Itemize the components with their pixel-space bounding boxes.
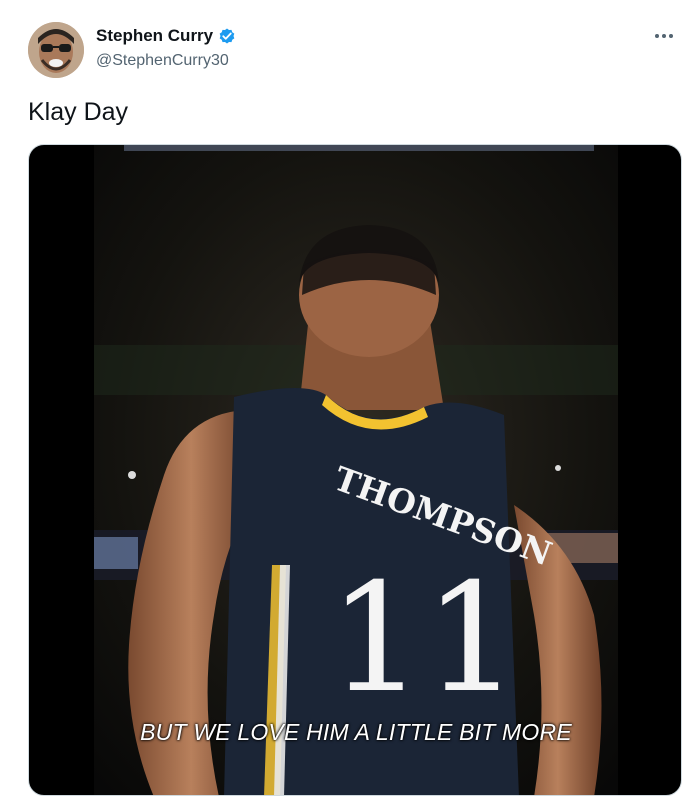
tweet-video[interactable]: THOMPSON 11 BUT WE LOVE HIM A LITTLE BIT… bbox=[28, 144, 682, 796]
verified-badge-icon bbox=[219, 28, 235, 44]
tweet-text: Klay Day bbox=[28, 98, 129, 126]
author-display-name[interactable]: Stephen Curry bbox=[96, 26, 213, 46]
more-options-button[interactable] bbox=[650, 22, 678, 50]
video-caption: BUT WE LOVE HIM A LITTLE BIT MORE bbox=[140, 719, 572, 745]
author-handle[interactable]: @StephenCurry30 bbox=[96, 52, 229, 70]
more-dots-icon bbox=[655, 34, 673, 38]
tweet-card: Stephen Curry @StephenCurry30 Klay Day T… bbox=[0, 0, 700, 802]
author-name-row[interactable]: Stephen Curry bbox=[96, 26, 237, 46]
author-avatar[interactable] bbox=[28, 22, 84, 78]
video-thumbnail: THOMPSON 11 bbox=[94, 145, 618, 795]
avatar-photo-icon bbox=[28, 22, 84, 78]
jersey-number: 11 bbox=[329, 552, 520, 726]
